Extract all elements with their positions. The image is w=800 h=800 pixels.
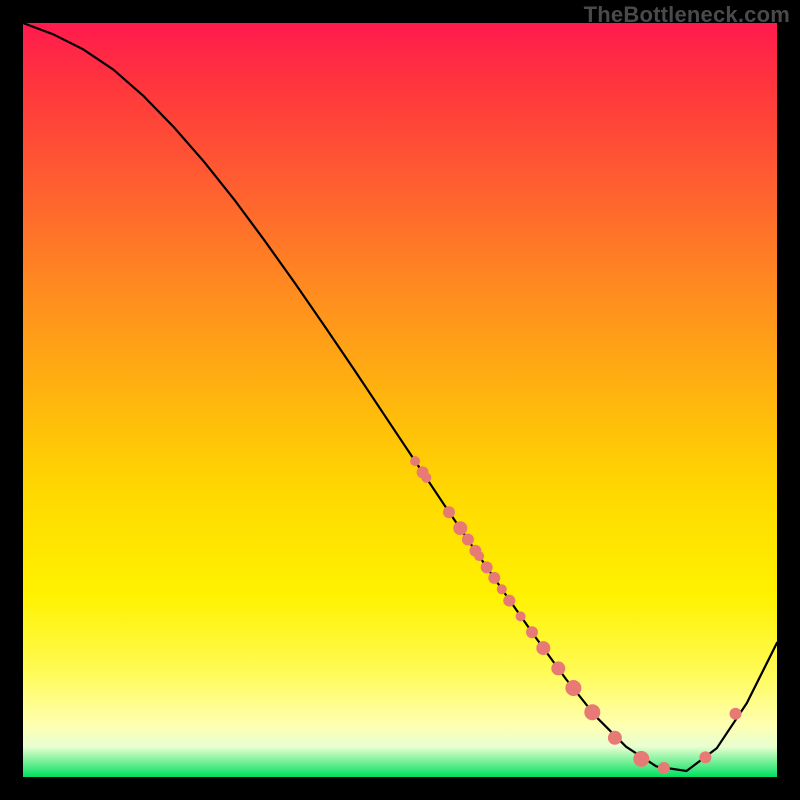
watermark-text: TheBottleneck.com bbox=[584, 2, 790, 28]
highlight-dot bbox=[658, 762, 670, 774]
highlight-dot bbox=[453, 521, 467, 535]
highlight-dot bbox=[481, 561, 493, 573]
highlight-dot bbox=[730, 708, 742, 720]
chart-area bbox=[23, 23, 777, 777]
highlight-dot bbox=[497, 584, 507, 594]
highlight-dot bbox=[699, 751, 711, 763]
highlight-dot bbox=[584, 704, 600, 720]
highlight-dot bbox=[536, 641, 550, 655]
highlight-dot bbox=[516, 611, 526, 621]
chart-svg bbox=[23, 23, 777, 777]
highlight-dot bbox=[443, 506, 455, 518]
bottleneck-curve bbox=[23, 23, 777, 771]
highlight-dots bbox=[410, 456, 741, 774]
highlight-dot bbox=[462, 534, 474, 546]
highlight-dot bbox=[503, 595, 515, 607]
highlight-dot bbox=[474, 551, 484, 561]
highlight-dot bbox=[421, 473, 431, 483]
highlight-dot bbox=[526, 626, 538, 638]
highlight-dot bbox=[488, 572, 500, 584]
highlight-dot bbox=[410, 456, 420, 466]
highlight-dot bbox=[551, 661, 565, 675]
highlight-dot bbox=[633, 751, 649, 767]
highlight-dot bbox=[565, 680, 581, 696]
highlight-dot bbox=[608, 731, 622, 745]
